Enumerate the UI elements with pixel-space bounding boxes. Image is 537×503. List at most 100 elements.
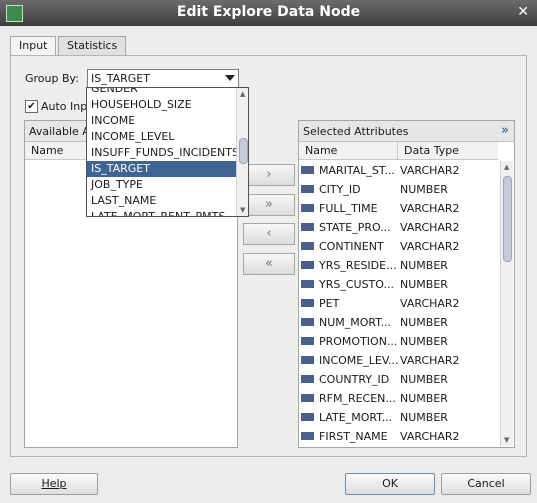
group-by-dropdown[interactable]: GENDER HOUSEHOLD_SIZE INCOME INCOME_LEVE… <box>86 87 249 217</box>
attribute-data-type: VARCHAR2 <box>400 297 460 310</box>
attribute-name: COUNTRY_ID <box>319 373 390 386</box>
table-row[interactable]: YRS_RESIDE... NUMBER <box>299 256 497 275</box>
attribute-data-type: NUMBER <box>400 316 448 329</box>
attribute-type-icon <box>301 375 314 383</box>
table-row[interactable]: CONTINENT VARCHAR2 <box>299 237 497 256</box>
tab-statistics[interactable]: Statistics <box>58 36 127 55</box>
attribute-name: FIRST_NAME <box>319 430 388 443</box>
dropdown-scroll-thumb[interactable] <box>239 138 248 164</box>
attribute-data-type: NUMBER <box>400 392 448 405</box>
table-row[interactable]: PET VARCHAR2 <box>299 294 497 313</box>
dropdown-option[interactable]: JOB_TYPE <box>87 177 237 193</box>
dropdown-option[interactable]: INSUFF_FUNDS_INCIDENTS <box>87 145 239 161</box>
selected-scrollbar[interactable]: ▲ ▼ <box>500 161 513 446</box>
attribute-data-type: NUMBER <box>400 411 448 424</box>
table-row[interactable]: LATE_MORT... NUMBER <box>299 408 497 427</box>
attribute-data-type: NUMBER <box>400 278 448 291</box>
dropdown-option-selected[interactable]: IS_TARGET <box>87 161 237 177</box>
attribute-type-icon <box>301 185 314 193</box>
ok-label: OK <box>382 477 398 490</box>
table-row[interactable]: RFM_RECEN... NUMBER <box>299 389 497 408</box>
attribute-name: PET <box>319 297 340 310</box>
attribute-name: YRS_RESIDE... <box>319 259 397 272</box>
attribute-name: STATE_PRO... <box>319 221 391 234</box>
attribute-type-icon <box>301 337 314 345</box>
available-header: Available A <box>29 125 90 138</box>
dropdown-scrollbar[interactable]: ▲ ▼ <box>236 88 248 216</box>
scroll-down-icon[interactable]: ▼ <box>240 206 245 214</box>
attribute-data-type: VARCHAR2 <box>400 240 460 253</box>
attribute-type-icon <box>301 356 314 364</box>
move-all-left-button[interactable]: « <box>243 253 295 275</box>
attribute-data-type: VARCHAR2 <box>400 430 460 443</box>
attribute-type-icon <box>301 280 314 288</box>
attribute-type-icon <box>301 394 314 402</box>
ok-button[interactable]: OK <box>345 473 435 495</box>
tab-input[interactable]: Input <box>10 36 57 56</box>
help-button[interactable]: Help <box>10 473 98 495</box>
cancel-button[interactable]: Cancel <box>441 473 531 495</box>
attribute-name: NUM_MORT... <box>319 316 392 329</box>
table-row[interactable]: FIRST_NAME VARCHAR2 <box>299 427 497 446</box>
attribute-name: FULL_TIME <box>319 202 378 215</box>
chevron-down-icon[interactable] <box>225 75 235 81</box>
expand-icon[interactable]: » <box>501 123 509 138</box>
close-icon[interactable]: ✕ <box>517 4 529 20</box>
auto-input-checkbox[interactable]: ✔ <box>25 100 38 113</box>
selected-attributes-panel: Selected Attributes » Name Data Type MAR… <box>298 120 515 448</box>
attribute-data-type: VARCHAR2 <box>400 164 460 177</box>
selected-col-type[interactable]: Data Type <box>398 142 498 160</box>
attribute-name: MARITAL_ST... <box>319 164 395 177</box>
attribute-data-type: NUMBER <box>400 259 448 272</box>
selected-header-bar: Selected Attributes » <box>299 121 514 142</box>
attribute-name: RFM_RECEN... <box>319 392 396 405</box>
attribute-name: PROMOTION... <box>319 335 398 348</box>
table-row[interactable]: NUM_MORT... NUMBER <box>299 313 497 332</box>
scroll-down-icon[interactable]: ▼ <box>504 436 509 444</box>
table-row[interactable]: PROMOTION... NUMBER <box>299 332 497 351</box>
attribute-type-icon <box>301 318 314 326</box>
move-right-button[interactable]: › <box>243 164 295 186</box>
group-by-value: IS_TARGET <box>91 72 150 85</box>
dropdown-option[interactable]: INCOME <box>87 113 237 129</box>
attribute-data-type: NUMBER <box>400 183 448 196</box>
attribute-type-icon <box>301 204 314 212</box>
table-row[interactable]: STATE_PRO... VARCHAR2 <box>299 218 497 237</box>
table-row[interactable]: MARITAL_ST... VARCHAR2 <box>299 161 497 180</box>
table-row[interactable]: COUNTRY_ID NUMBER <box>299 370 497 389</box>
scroll-up-icon[interactable]: ▲ <box>504 163 509 171</box>
dialog-title: Edit Explore Data Node <box>176 4 361 20</box>
attribute-name: LATE_MORT... <box>319 411 393 424</box>
attribute-data-type: VARCHAR2 <box>400 202 460 215</box>
attribute-type-icon <box>301 242 314 250</box>
selected-col-name-label: Name <box>305 144 338 157</box>
move-left-button[interactable]: ‹ <box>243 223 295 245</box>
dropdown-option[interactable]: INCOME_LEVEL <box>87 129 237 145</box>
attribute-name: INCOME_LEV... <box>319 354 399 367</box>
attribute-type-icon <box>301 223 314 231</box>
table-row[interactable]: INCOME_LEV... VARCHAR2 <box>299 351 497 370</box>
title-bar: Edit Explore Data Node ✕ <box>0 0 537 26</box>
selected-scroll-thumb[interactable] <box>503 176 512 262</box>
attribute-data-type: NUMBER <box>400 373 448 386</box>
attribute-type-icon <box>301 261 314 269</box>
table-row[interactable]: YRS_CUSTO... NUMBER <box>299 275 497 294</box>
group-by-select[interactable]: IS_TARGET <box>87 69 239 88</box>
attribute-name: YRS_CUSTO... <box>319 278 394 291</box>
scroll-up-icon[interactable]: ▲ <box>240 90 245 98</box>
attribute-type-icon <box>301 413 314 421</box>
table-row[interactable]: FULL_TIME VARCHAR2 <box>299 199 497 218</box>
attribute-type-icon <box>301 166 314 174</box>
group-by-label: Group By: <box>25 72 79 85</box>
dropdown-option[interactable]: LATE_MORT_RENT_PMTS <box>87 209 237 216</box>
move-all-right-button[interactable]: » <box>243 194 295 216</box>
attribute-data-type: NUMBER <box>400 335 448 348</box>
dropdown-option[interactable]: LAST_NAME <box>87 193 237 209</box>
table-row[interactable]: CITY_ID NUMBER <box>299 180 497 199</box>
dropdown-option[interactable]: GENDER <box>87 88 237 97</box>
available-col-name-label: Name <box>31 144 64 157</box>
attribute-data-type: VARCHAR2 <box>400 354 460 367</box>
selected-col-name[interactable]: Name <box>299 142 398 160</box>
dropdown-option[interactable]: HOUSEHOLD_SIZE <box>87 97 237 113</box>
attribute-data-type: VARCHAR2 <box>400 221 460 234</box>
